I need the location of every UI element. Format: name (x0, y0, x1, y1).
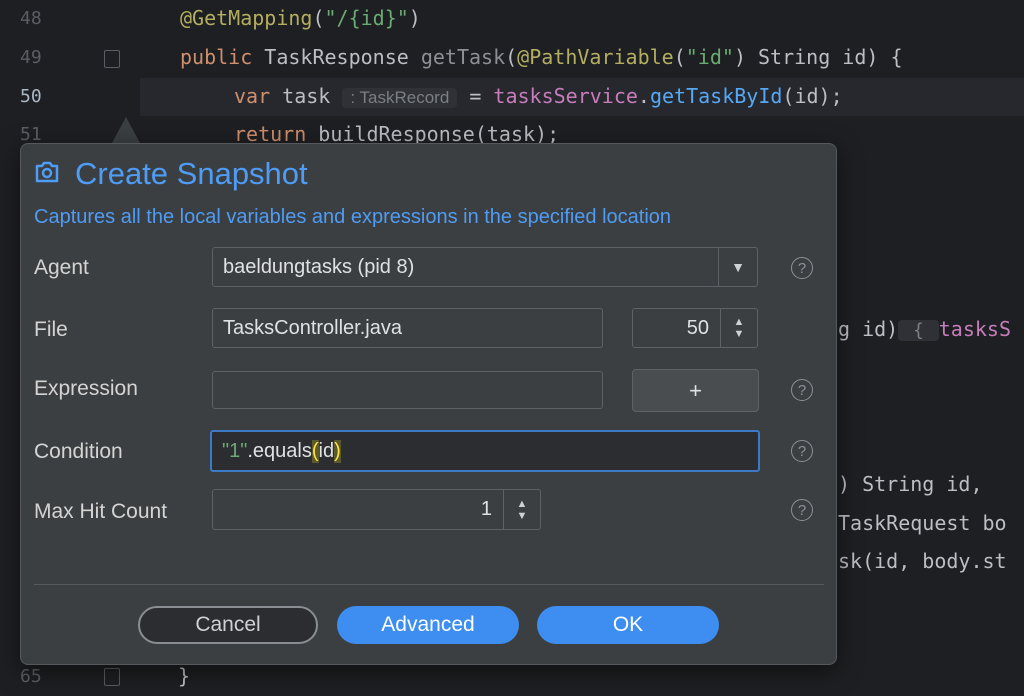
method-call: getTaskById (649, 84, 783, 108)
add-expression-button[interactable]: + (632, 369, 759, 412)
popup-pointer (112, 117, 140, 143)
line-value: 50 (686, 316, 709, 339)
ok-button[interactable]: OK (537, 606, 719, 644)
code-text: = (457, 84, 494, 108)
dialog-title-text: Create Snapshot (75, 156, 308, 191)
line-number-spinner[interactable]: 50 ▲ ▼ (632, 308, 758, 348)
line-number: 50 (20, 86, 42, 107)
annotation: @GetMapping (180, 6, 313, 30)
code-line-49[interactable]: public TaskResponse getTask(@PathVariabl… (180, 45, 903, 69)
agent-value: baeldungtasks (pid 8) (223, 255, 415, 278)
type-name: TaskResponse (252, 45, 421, 69)
condition-arg: id (318, 439, 335, 462)
paren: ) (408, 6, 421, 30)
expression-label: Expression (34, 377, 138, 400)
dialog-subtitle: Captures all the local variables and exp… (34, 206, 672, 228)
paren: ( (673, 45, 686, 69)
code-text: ) String id) { (733, 45, 903, 69)
code-text: g id) (838, 317, 899, 341)
keyword: var (234, 84, 271, 108)
brace-hint: { (898, 320, 939, 341)
help-icon[interactable]: ? (791, 440, 813, 462)
condition-label: Condition (34, 440, 123, 463)
code-fragment[interactable]: ) String id, (838, 472, 983, 496)
line-number: 49 (20, 47, 42, 68)
condition-input[interactable]: "1" .equals(id) (210, 430, 760, 472)
method-name: getTask (420, 45, 506, 69)
code-line-65[interactable]: } (178, 664, 190, 688)
file-field[interactable]: TasksController.java (212, 308, 603, 348)
help-icon[interactable]: ? (791, 499, 813, 521)
advanced-button[interactable]: Advanced (337, 606, 519, 644)
code-fragment[interactable]: sk(id, body.st (838, 549, 1007, 573)
condition-string: "1" (222, 439, 248, 462)
dialog-title: Create Snapshot (33, 156, 308, 192)
code-text: (id); (782, 84, 843, 108)
max-hit-value: 1 (480, 498, 492, 520)
file-label: File (34, 318, 68, 341)
create-snapshot-dialog: Create Snapshot Captures all the local v… (20, 143, 837, 665)
cancel-button[interactable]: Cancel (138, 606, 318, 644)
field-reference: tasksS (938, 317, 1011, 341)
help-icon[interactable]: ? (791, 257, 813, 279)
chevron-down-icon[interactable]: ▼ (718, 248, 757, 286)
fold-marker-icon[interactable] (104, 668, 120, 686)
camera-icon (33, 156, 61, 192)
agent-label: Agent (34, 256, 89, 279)
keyword: public (180, 45, 253, 69)
paren: ( (505, 45, 518, 69)
max-hit-count-label: Max Hit Count (34, 500, 168, 523)
agent-combobox[interactable]: baeldungtasks (pid 8) ▼ (212, 247, 758, 287)
help-icon[interactable]: ? (791, 379, 813, 401)
code-text: . (637, 84, 650, 108)
max-hit-count-spinner[interactable]: 1 ▲ ▼ (212, 489, 541, 530)
condition-method: .equals (247, 439, 312, 462)
line-number: 51 (20, 124, 42, 145)
variable-name: task (270, 84, 343, 108)
type-hint: : TaskRecord (342, 88, 458, 108)
expression-input[interactable] (212, 371, 603, 409)
code-fragment[interactable]: TaskRequest bo (838, 511, 1007, 535)
string-literal: "/{id}" (324, 6, 409, 30)
line-number: 65 (20, 666, 42, 687)
condition-paren: ( (311, 439, 319, 463)
spinner-arrows-icon[interactable]: ▲ ▼ (503, 490, 540, 529)
code-line-48[interactable]: @GetMapping("/{id}") (180, 6, 421, 30)
paren: ( (312, 6, 325, 30)
spinner-arrows-icon[interactable]: ▲ ▼ (720, 309, 757, 347)
annotation: @PathVariable (517, 45, 674, 69)
file-value: TasksController.java (223, 316, 402, 339)
fold-marker-icon[interactable] (104, 50, 120, 68)
code-line-50[interactable]: var task : TaskRecord = tasksService.get… (234, 84, 843, 108)
condition-paren: ) (334, 439, 341, 463)
code-fragment[interactable]: g id) { tasksS (838, 317, 1011, 341)
line-number: 48 (20, 8, 42, 29)
string-literal: "id" (685, 45, 734, 69)
field-reference: tasksService (493, 84, 638, 108)
divider (34, 584, 824, 585)
